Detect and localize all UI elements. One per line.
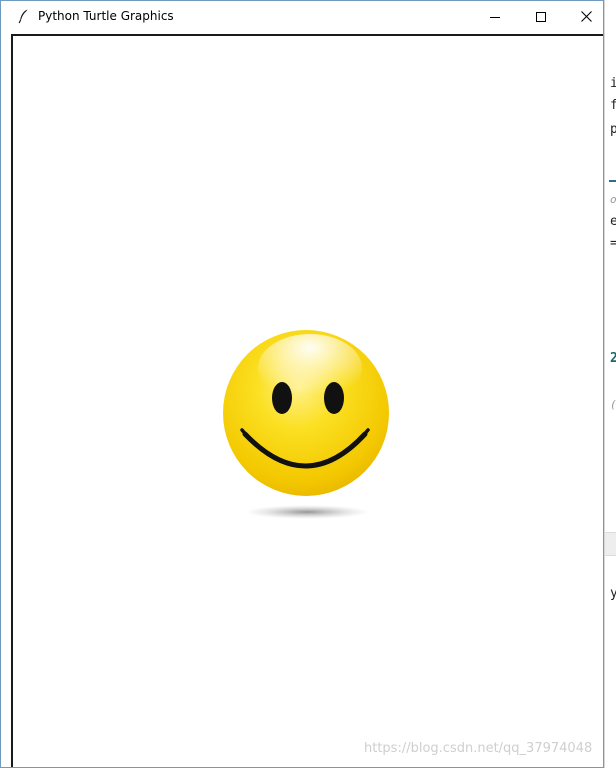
window-title: Python Turtle Graphics — [38, 9, 174, 23]
background-editor: i f p o e = 2 ( y — [604, 0, 616, 768]
editor-text-fragment: p — [610, 122, 616, 137]
desktop: i f p o e = 2 ( y Python Turtle Graphics — [0, 0, 616, 768]
editor-text-fragment: i — [610, 76, 616, 91]
editor-text-fragment: = — [610, 236, 616, 251]
close-icon — [580, 11, 592, 22]
minimize-button[interactable] — [472, 1, 518, 32]
close-button[interactable] — [563, 1, 609, 32]
minimize-icon — [490, 16, 500, 18]
watermark-text: https://blog.csdn.net/qq_37974048 — [364, 741, 593, 756]
drop-shadow — [245, 505, 369, 519]
turtle-canvas[interactable] — [11, 34, 603, 767]
editor-text-fragment: y — [610, 586, 616, 601]
editor-text-fragment: e — [610, 214, 616, 229]
left-eye — [272, 382, 292, 414]
title-bar[interactable]: Python Turtle Graphics — [1, 1, 603, 32]
editor-text-fragment: f — [610, 98, 616, 113]
feather-icon — [16, 8, 32, 24]
smiley-face-drawing — [223, 330, 389, 519]
editor-text-fragment: 2 — [610, 351, 616, 366]
editor-panel-band — [605, 532, 616, 556]
turtle-window: Python Turtle Graphics — [0, 0, 604, 768]
maximize-button[interactable] — [518, 1, 564, 32]
editor-divider — [609, 180, 616, 182]
editor-text-fragment: o — [610, 193, 616, 206]
maximize-icon — [536, 11, 546, 22]
editor-text-fragment: ( — [610, 398, 616, 411]
right-eye — [324, 382, 344, 414]
